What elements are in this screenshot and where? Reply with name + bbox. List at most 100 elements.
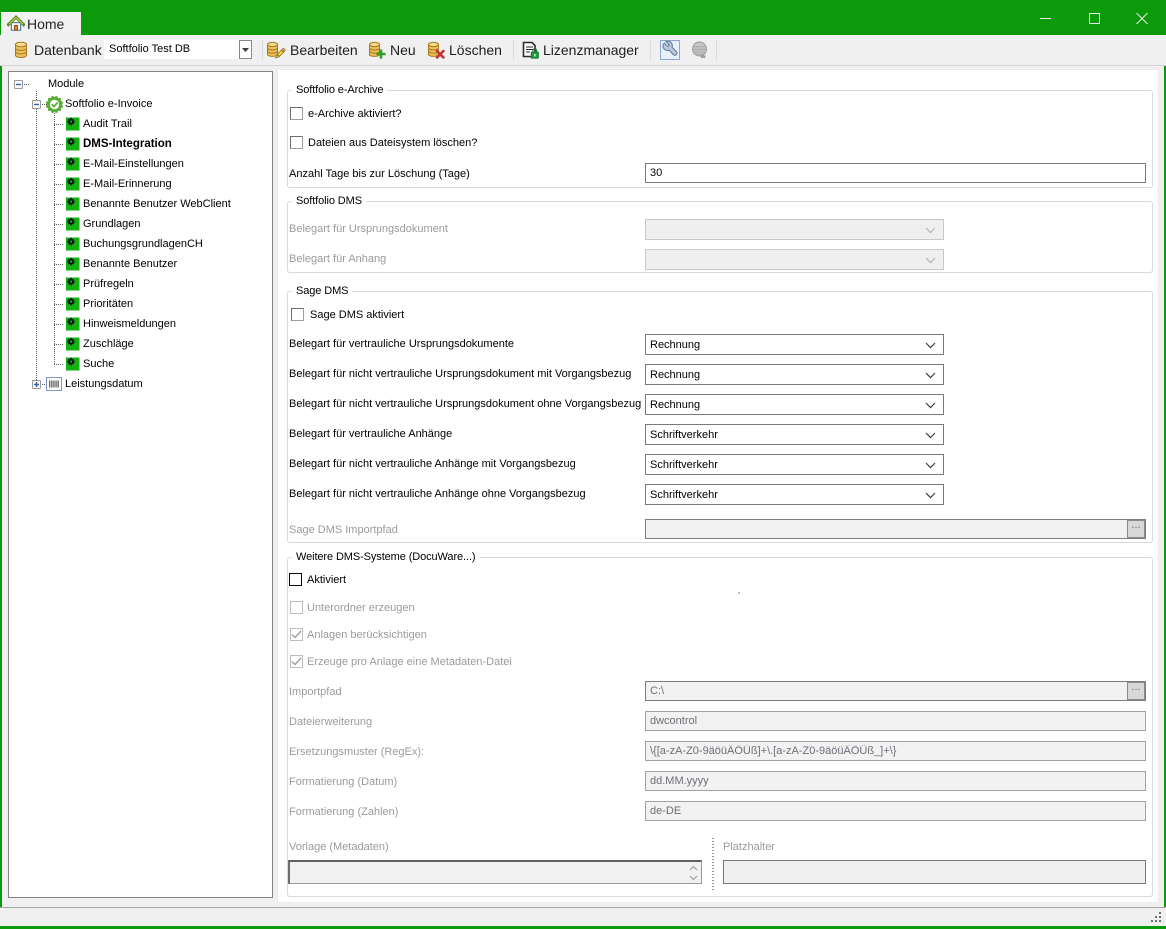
tree-item-e-mail-einstellungen[interactable]: E-Mail-Einstellungen	[83, 157, 184, 171]
belegart-row-select[interactable]: Schriftverkehr	[645, 484, 944, 505]
new-database-icon	[368, 41, 386, 59]
tree-item-suche[interactable]: Suche	[83, 357, 114, 371]
belegart-row-select[interactable]: Rechnung	[645, 334, 944, 355]
tab-home-label: Home	[27, 16, 64, 32]
grip-dot	[1155, 920, 1157, 922]
select-value: Schriftverkehr	[650, 457, 718, 473]
tree-item-audit-trail[interactable]: Audit Trail	[83, 117, 132, 131]
close-icon	[1136, 13, 1148, 24]
belegart-row-label: Belegart für nicht vertrauliche Anhänge …	[289, 457, 576, 471]
select-value: Schriftverkehr	[650, 487, 718, 503]
chevron-down-icon	[925, 402, 936, 409]
dropdown-arrow-icon	[242, 48, 249, 52]
minimize-button[interactable]	[1023, 2, 1068, 35]
dms-field-label: Formatierung (Zahlen)	[289, 805, 398, 819]
tree-item-module[interactable]: Module	[48, 77, 84, 91]
tree-item-buchungsgrundlagench[interactable]: BuchungsgrundlagenCH	[83, 237, 203, 251]
delete-button[interactable]: Löschen	[427, 38, 502, 62]
belegart-ursprungsdokument-label: Belegart für Ursprungsdokument	[289, 222, 448, 236]
anzahl-tage-label: Anzahl Tage bis zur Löschung (Tage)	[289, 167, 470, 181]
checkbox-erzeuge-metadaten-datei-label: Erzeuge pro Anlage eine Metadaten-Datei	[307, 655, 512, 669]
chevron-down-icon	[925, 432, 936, 439]
dms-field-input	[645, 711, 1146, 731]
checkbox-anlagen-beruecksichtigen-label: Anlagen berücksichtigen	[307, 628, 427, 642]
toolbar-separator	[716, 40, 717, 60]
sage-dms-importpfad-label: Sage DMS Importpfad	[289, 523, 398, 537]
title-bar	[0, 0, 1166, 35]
tree-item-zuschl-ge[interactable]: Zuschläge	[83, 337, 134, 351]
belegart-anhang-label: Belegart für Anhang	[289, 252, 386, 266]
belegart-row-select[interactable]: Rechnung	[645, 364, 944, 385]
tree-item-dms-integration[interactable]: DMS-Integration	[83, 137, 172, 151]
tree-item-benannte-benutzer-webclient[interactable]: Benannte Benutzer WebClient	[83, 197, 231, 211]
checkbox-aktiviert[interactable]	[289, 573, 302, 586]
tree-item-softfolio-e-invoice[interactable]: Softfolio e-Invoice	[65, 97, 152, 111]
tree-item-benannte-benutzer[interactable]: Benannte Benutzer	[83, 257, 177, 271]
anzahl-tage-input[interactable]	[645, 163, 1146, 183]
delete-database-icon	[427, 41, 445, 59]
chevron-down-icon	[925, 257, 936, 264]
web-button[interactable]	[690, 40, 709, 60]
dms-field-label: Importpfad	[289, 685, 342, 699]
group-softfolio-e-archive-legend: Softfolio e-Archive	[292, 84, 387, 97]
grip-dot	[1159, 920, 1161, 922]
checkbox-unterordner-erzeugen	[290, 601, 303, 614]
belegart-row-select[interactable]: Schriftverkehr	[645, 454, 944, 475]
dms-field-input	[645, 801, 1146, 821]
checkbox-anlagen-beruecksichtigen	[290, 628, 303, 641]
checkbox-sage-dms-aktiviert[interactable]	[291, 308, 304, 321]
database-label: Datenbank	[34, 38, 102, 62]
tree-item-leistungsdatum[interactable]: Leistungsdatum	[65, 377, 143, 391]
check-icon	[291, 657, 302, 666]
belegart-row-select[interactable]: Rechnung	[645, 394, 944, 415]
maximize-icon	[1089, 13, 1100, 24]
dms-field-input	[645, 681, 1146, 701]
chevron-down-icon	[925, 342, 936, 349]
checkbox-e-archive-aktiviert[interactable]	[290, 107, 303, 120]
select-value: Schriftverkehr	[650, 427, 718, 443]
belegart-ursprungsdokument-select	[645, 219, 944, 240]
belegart-row-label: Belegart für nicht vertrauliche Ursprung…	[289, 397, 641, 411]
close-button[interactable]	[1119, 2, 1164, 35]
tree-item-hinweismeldungen[interactable]: Hinweismeldungen	[83, 317, 176, 331]
select-value: Rechnung	[650, 367, 700, 383]
sage-dms-importpfad-browse-button: ...	[1127, 520, 1145, 538]
checkbox-e-archive-aktiviert-label: e-Archive aktiviert?	[308, 107, 402, 121]
select-value: Rechnung	[650, 337, 700, 353]
wrench-icon	[660, 40, 680, 60]
tab-home[interactable]: Home	[1, 12, 81, 35]
options-button[interactable]	[660, 40, 680, 60]
maximize-button[interactable]	[1072, 2, 1117, 35]
chevron-down-icon	[925, 227, 936, 234]
database-combobox-input[interactable]	[104, 40, 239, 59]
tree-item-pr-fregeln[interactable]: Prüfregeln	[83, 277, 134, 291]
new-button[interactable]: Neu	[368, 38, 416, 62]
edit-database-icon	[266, 41, 286, 59]
checkbox-dateien-loeschen-label: Dateien aus Dateisystem löschen?	[308, 136, 477, 150]
platzhalter-input[interactable]	[723, 860, 1146, 884]
edit-button[interactable]: Bearbeiten	[266, 38, 358, 62]
checkbox-dateien-loeschen[interactable]	[290, 136, 303, 149]
tree-item-priorit-ten[interactable]: Prioritäten	[83, 297, 133, 311]
checkbox-sage-dms-aktiviert-label: Sage DMS aktiviert	[310, 308, 404, 322]
globe-icon	[690, 41, 709, 60]
platzhalter-label: Platzhalter	[723, 840, 775, 854]
grip-dot	[1159, 912, 1161, 914]
cursor-dot	[738, 592, 740, 594]
column-separator	[712, 838, 714, 890]
select-value: Rechnung	[650, 397, 700, 413]
dms-field-label: Formatierung (Datum)	[289, 775, 397, 789]
module-tree-panel	[8, 71, 273, 898]
checkbox-aktiviert-label: Aktiviert	[307, 573, 346, 587]
importpfad-browse-button: ...	[1127, 682, 1145, 700]
database-combobox-dropdown-button[interactable]	[239, 40, 252, 59]
toolbar: Datenbank Bearbeiten	[0, 35, 1166, 66]
tree-item-e-mail-erinnerung[interactable]: E-Mail-Erinnerung	[83, 177, 172, 191]
license-manager-button[interactable]: Lizenzmanager	[522, 38, 639, 62]
tree-item-grundlagen[interactable]: Grundlagen	[83, 217, 141, 231]
database-icon	[14, 38, 28, 62]
minimize-icon	[1040, 13, 1051, 24]
grip-dot	[1151, 920, 1153, 922]
belegart-row-select[interactable]: Schriftverkehr	[645, 424, 944, 445]
checkbox-unterordner-erzeugen-label: Unterordner erzeugen	[307, 601, 415, 615]
